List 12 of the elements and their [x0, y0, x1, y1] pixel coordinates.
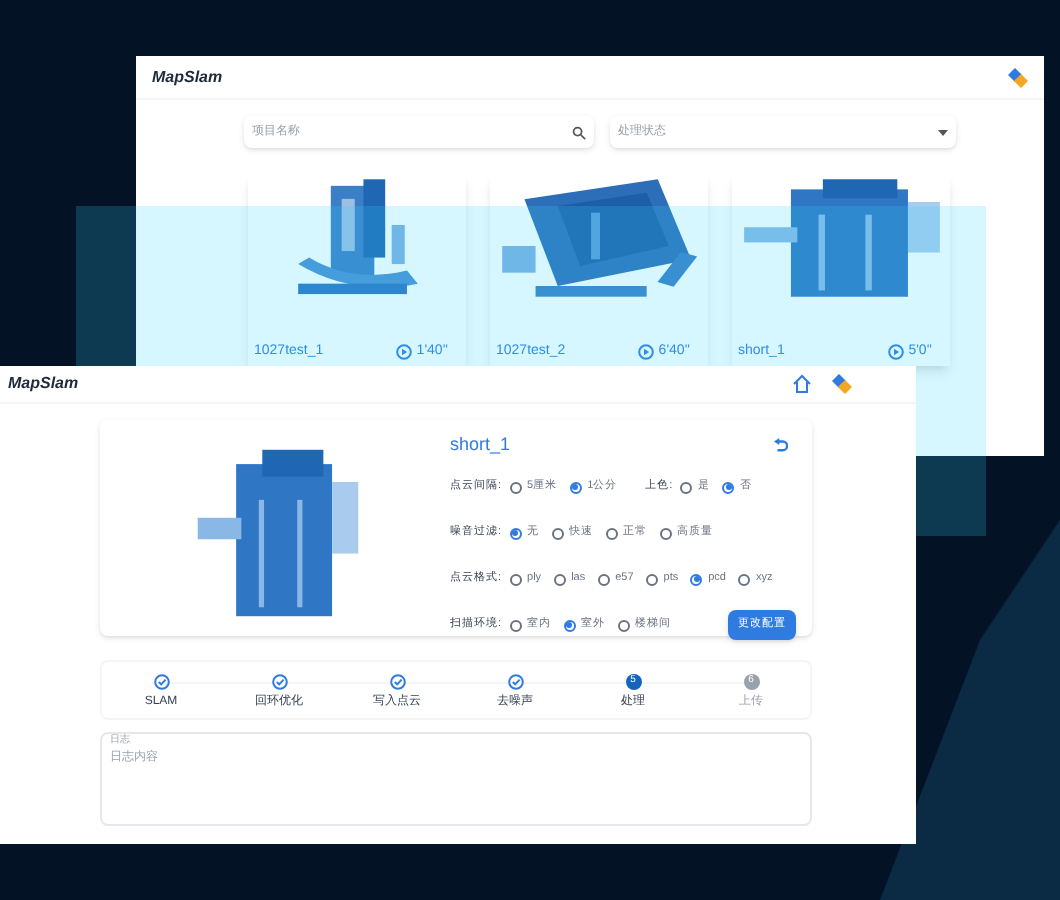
logo-icon [832, 374, 852, 394]
project-name: short_1 [450, 432, 513, 458]
play-icon [396, 344, 413, 361]
app-title: MapSlam [8, 372, 79, 396]
play-icon [638, 344, 655, 361]
logo-icon [1008, 67, 1028, 87]
undo-icon[interactable] [774, 438, 788, 453]
app-title: MapSlam [152, 65, 223, 89]
caret-icon [938, 129, 948, 135]
home-icon[interactable] [792, 374, 812, 394]
play-icon [888, 344, 905, 361]
search-icon [572, 125, 586, 139]
